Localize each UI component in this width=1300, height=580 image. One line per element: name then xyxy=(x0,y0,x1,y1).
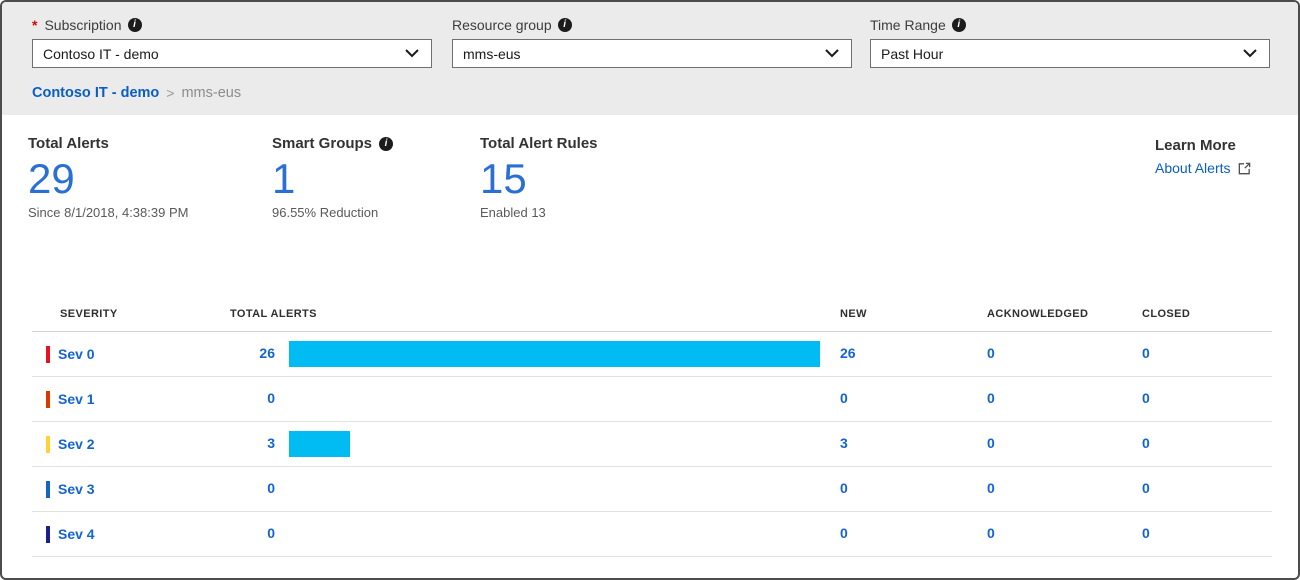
chevron-down-icon xyxy=(1243,49,1257,58)
time-range-value: Past Hour xyxy=(881,46,943,62)
resource-group-label-text: Resource group xyxy=(452,17,552,33)
severity-color-marker xyxy=(46,481,50,498)
about-alerts-link-text: About Alerts xyxy=(1155,160,1231,176)
azure-alerts-page: * Subscription i Contoso IT - demo Resou… xyxy=(0,0,1300,580)
acknowledged-value[interactable]: 0 xyxy=(987,390,995,406)
total-alerts-stat-label: Total Alerts xyxy=(28,135,188,152)
column-header-severity: SEVERITY xyxy=(32,308,230,331)
table-header-row: SEVERITY TOTAL ALERTS NEW ACKNOWLEDGED C… xyxy=(32,290,1272,332)
resource-group-value: mms-eus xyxy=(463,46,521,62)
acknowledged-value[interactable]: 0 xyxy=(987,480,995,496)
breadcrumb-subscription-link[interactable]: Contoso IT - demo xyxy=(32,85,159,101)
time-range-filter: Time Range i Past Hour xyxy=(870,14,1270,68)
column-header-closed: CLOSED xyxy=(1142,308,1272,331)
severity-color-marker xyxy=(46,436,50,453)
total-alerts-bar xyxy=(289,341,820,367)
resource-group-dropdown[interactable]: mms-eus xyxy=(452,39,852,68)
resource-group-filter: Resource group i mms-eus xyxy=(452,14,852,68)
time-range-label-text: Time Range xyxy=(870,17,946,33)
info-icon[interactable]: i xyxy=(558,18,572,32)
smart-groups-stat: Smart Groups i 1 96.55% Reduction xyxy=(272,135,393,220)
filter-bar: * Subscription i Contoso IT - demo Resou… xyxy=(2,2,1298,115)
closed-value[interactable]: 0 xyxy=(1142,480,1150,496)
closed-value[interactable]: 0 xyxy=(1142,345,1150,361)
breadcrumb-current: mms-eus xyxy=(181,85,241,101)
info-icon[interactable]: i xyxy=(379,137,393,151)
total-alerts-value[interactable]: 3 xyxy=(267,435,275,451)
resource-group-label: Resource group i xyxy=(452,14,852,36)
table-row-sev3: Sev 3 0 0 0 0 xyxy=(32,467,1272,512)
smart-groups-stat-label: Smart Groups i xyxy=(272,135,393,152)
info-icon[interactable]: i xyxy=(128,18,142,32)
new-value[interactable]: 3 xyxy=(840,435,848,451)
total-alerts-value[interactable]: 26 xyxy=(259,345,275,361)
total-alerts-bar xyxy=(289,431,350,457)
severity-color-marker xyxy=(46,346,50,363)
severity-link[interactable]: Sev 1 xyxy=(58,391,95,407)
total-alert-rules-stat-value[interactable]: 15 xyxy=(480,154,598,204)
table-row-sev2: Sev 2 3 3 0 0 xyxy=(32,422,1272,467)
table-row-sev0: Sev 0 26 26 0 0 xyxy=(32,332,1272,377)
chevron-down-icon xyxy=(825,49,839,58)
subscription-value: Contoso IT - demo xyxy=(43,46,159,62)
acknowledged-value[interactable]: 0 xyxy=(987,525,995,541)
total-alert-rules-stat-subtext: Enabled 13 xyxy=(480,205,598,220)
breadcrumb-separator: > xyxy=(166,85,174,101)
severity-link[interactable]: Sev 3 xyxy=(58,481,95,497)
total-alerts-value[interactable]: 0 xyxy=(267,390,275,406)
smart-groups-stat-value[interactable]: 1 xyxy=(272,154,393,204)
total-alerts-value[interactable]: 0 xyxy=(267,480,275,496)
table-row-sev1: Sev 1 0 0 0 0 xyxy=(32,377,1272,422)
time-range-label: Time Range i xyxy=(870,14,1270,36)
new-value[interactable]: 26 xyxy=(840,345,856,361)
subscription-label: * Subscription i xyxy=(32,14,432,36)
total-alerts-stat: Total Alerts 29 Since 8/1/2018, 4:38:39 … xyxy=(28,135,188,220)
subscription-label-text: Subscription xyxy=(44,17,121,33)
learn-more-section: Learn More About Alerts xyxy=(1155,137,1252,176)
severity-color-marker xyxy=(46,391,50,408)
total-alert-rules-stat-label: Total Alert Rules xyxy=(480,135,598,152)
new-value[interactable]: 0 xyxy=(840,390,848,406)
severity-link[interactable]: Sev 0 xyxy=(58,346,95,362)
severity-link[interactable]: Sev 2 xyxy=(58,436,95,452)
total-alert-rules-stat: Total Alert Rules 15 Enabled 13 xyxy=(480,135,598,220)
total-alerts-stat-value[interactable]: 29 xyxy=(28,154,188,204)
subscription-dropdown[interactable]: Contoso IT - demo xyxy=(32,39,432,68)
info-icon[interactable]: i xyxy=(952,18,966,32)
acknowledged-value[interactable]: 0 xyxy=(987,345,995,361)
about-alerts-link[interactable]: About Alerts xyxy=(1155,160,1252,176)
breadcrumb: Contoso IT - demo > mms-eus xyxy=(32,85,241,101)
closed-value[interactable]: 0 xyxy=(1142,525,1150,541)
time-range-dropdown[interactable]: Past Hour xyxy=(870,39,1270,68)
chevron-down-icon xyxy=(405,49,419,58)
smart-groups-stat-subtext: 96.55% Reduction xyxy=(272,205,393,220)
new-value[interactable]: 0 xyxy=(840,525,848,541)
closed-value[interactable]: 0 xyxy=(1142,390,1150,406)
acknowledged-value[interactable]: 0 xyxy=(987,435,995,451)
external-link-icon xyxy=(1237,161,1252,176)
learn-more-title: Learn More xyxy=(1155,137,1252,154)
subscription-filter: * Subscription i Contoso IT - demo xyxy=(32,14,432,68)
closed-value[interactable]: 0 xyxy=(1142,435,1150,451)
required-asterisk: * xyxy=(32,17,37,33)
total-alerts-stat-subtext: Since 8/1/2018, 4:38:39 PM xyxy=(28,205,188,220)
severity-link[interactable]: Sev 4 xyxy=(58,526,95,542)
new-value[interactable]: 0 xyxy=(840,480,848,496)
severity-color-marker xyxy=(46,526,50,543)
column-header-acknowledged: ACKNOWLEDGED xyxy=(987,308,1142,331)
column-header-total-alerts: TOTAL ALERTS xyxy=(230,308,840,331)
total-alerts-value[interactable]: 0 xyxy=(267,525,275,541)
column-header-new: NEW xyxy=(840,308,987,331)
smart-groups-label-text: Smart Groups xyxy=(272,135,372,152)
table-row-sev4: Sev 4 0 0 0 0 xyxy=(32,512,1272,557)
alerts-severity-table: SEVERITY TOTAL ALERTS NEW ACKNOWLEDGED C… xyxy=(32,290,1272,557)
